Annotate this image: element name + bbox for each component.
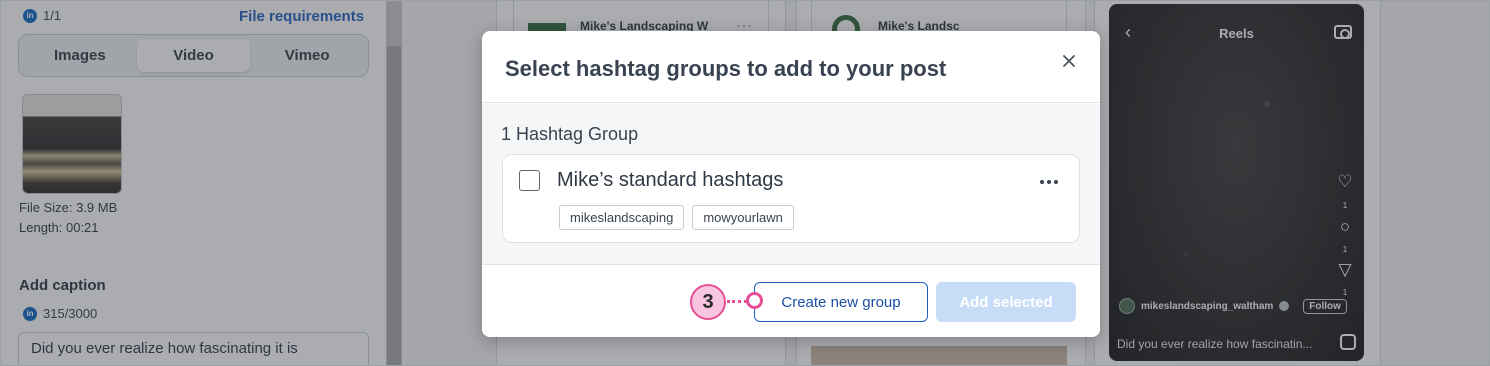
create-new-group-button[interactable]: Create new group xyxy=(754,282,928,322)
dialog-title: Select hashtag groups to add to your pos… xyxy=(505,56,947,81)
hashtag-chip: mikeslandscaping xyxy=(559,205,685,230)
group-checkbox[interactable] xyxy=(519,170,540,191)
step-callout-badge: 3 xyxy=(690,284,726,320)
more-options-icon[interactable] xyxy=(1035,171,1063,193)
close-icon[interactable] xyxy=(1058,50,1080,72)
group-name: Mike’s standard hashtags xyxy=(557,169,784,191)
app-window: in 1/1 File requirements Images Video Vi… xyxy=(0,0,1490,366)
hashtag-group-card: Mike’s standard hashtags mikeslandscapin… xyxy=(502,154,1080,243)
dialog-footer: Create new group Add selected xyxy=(482,264,1100,337)
dialog-header: Select hashtag groups to add to your pos… xyxy=(482,31,1100,103)
hashtag-group-dialog: Select hashtag groups to add to your pos… xyxy=(482,31,1100,337)
callout-target-dot xyxy=(746,292,763,309)
dialog-body: 1 Hashtag Group Mike’s standard hashtags… xyxy=(482,104,1100,264)
hashtag-list: mikeslandscaping mowyourlawn xyxy=(559,205,794,230)
add-selected-button[interactable]: Add selected xyxy=(936,282,1076,322)
hashtag-group-count: 1 Hashtag Group xyxy=(501,124,639,144)
callout-connector xyxy=(727,300,747,303)
hashtag-chip: mowyourlawn xyxy=(692,205,794,230)
